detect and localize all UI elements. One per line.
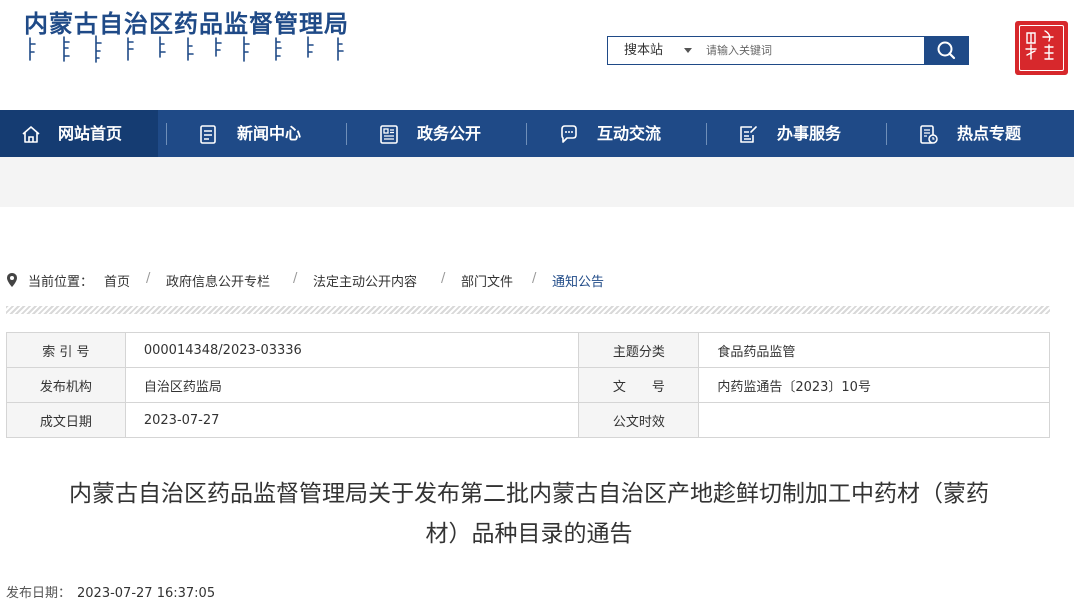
- index-number-value: 000014348/2023-03336: [124, 332, 580, 368]
- breadcrumb-separator: /: [293, 271, 298, 286]
- nav-item-news[interactable]: 新闻中心: [180, 110, 345, 157]
- search-button[interactable]: [924, 36, 969, 65]
- table-row: 发布机构 自治区药监局 文 号 内药监通告〔2023〕10号: [6, 367, 1050, 403]
- breadcrumb-item-gov-info[interactable]: 政府信息公开专栏: [166, 271, 270, 290]
- article-title-line-2: 材）品种目录的通告: [425, 521, 633, 547]
- nav-item-label: 办事服务: [777, 124, 842, 143]
- nav-item-label: 新闻中心: [237, 124, 302, 143]
- nav-item-gov-affairs[interactable]: 政务公开: [360, 110, 525, 157]
- divider-stripe: [6, 306, 1050, 314]
- search-scope-label: 搜本站: [624, 43, 664, 58]
- breadcrumb-separator: /: [532, 271, 537, 286]
- nav-divider: [166, 123, 167, 145]
- search-scope-dropdown[interactable]: 搜本站: [608, 37, 698, 64]
- breadcrumb-item-notices[interactable]: 通知公告: [552, 271, 604, 290]
- breadcrumb-item-dept-files[interactable]: 部门文件: [461, 271, 513, 290]
- nav-divider: [706, 123, 707, 145]
- nav-item-interaction[interactable]: 互动交流: [540, 110, 705, 157]
- topic-category-label: 主题分类: [578, 332, 700, 368]
- service-icon: [740, 126, 757, 143]
- document-number-label: 文 号: [578, 367, 700, 403]
- topic-icon: [920, 125, 938, 144]
- breadcrumb-item-home[interactable]: 首页: [104, 271, 130, 290]
- nav-divider: [526, 123, 527, 145]
- breadcrumb-prefix: 当前位置：: [28, 275, 94, 290]
- publish-date-label: 发布日期：: [6, 586, 72, 601]
- search-icon: [937, 41, 956, 60]
- main-nav: 网站首页 新闻中心 政务公开 互动交流 办事服务 热点专题: [0, 110, 1074, 157]
- nav-divider: [346, 123, 347, 145]
- publish-date: 发布日期： 2023-07-27 16:37:05: [6, 582, 215, 601]
- chat-icon: [561, 125, 577, 143]
- written-date-value: 2023-07-27: [124, 402, 580, 438]
- breadcrumb-item-statutory[interactable]: 法定主动公开内容: [313, 271, 417, 290]
- mongolian-script-logo: [29, 35, 344, 63]
- chevron-down-icon: [684, 48, 692, 53]
- topic-category-value: 食品药品监管: [698, 332, 1050, 368]
- news-icon: [200, 125, 216, 144]
- nav-divider: [886, 123, 887, 145]
- index-number-label: 索 引 号: [6, 332, 126, 368]
- document-number-value: 内药监通告〔2023〕10号: [698, 367, 1050, 403]
- publisher-label: 发布机构: [6, 367, 126, 403]
- official-seal-logo: [1015, 21, 1068, 75]
- nav-item-label: 网站首页: [58, 124, 123, 143]
- article-title: 内蒙古自治区药品监督管理局关于发布第二批内蒙古自治区产地趁鲜切制加工中药材（蒙药…: [14, 474, 1044, 554]
- validity-label: 公文时效: [578, 402, 700, 438]
- nav-item-label: 热点专题: [957, 124, 1022, 143]
- table-row: 成文日期 2023-07-27 公文时效: [6, 402, 1050, 438]
- breadcrumb-separator: /: [146, 271, 151, 286]
- nav-item-label: 互动交流: [597, 124, 662, 143]
- nav-item-topics[interactable]: 热点专题: [900, 110, 1074, 157]
- search-input[interactable]: [706, 37, 921, 64]
- search-box: 搜本站: [607, 36, 969, 65]
- nav-item-label: 政务公开: [417, 124, 482, 143]
- article-title-line-1: 内蒙古自治区药品监督管理局关于发布第二批内蒙古自治区产地趁鲜切制加工中药材（蒙药: [69, 481, 989, 507]
- nav-item-home[interactable]: 网站首页: [0, 110, 158, 157]
- nav-item-services[interactable]: 办事服务: [720, 110, 885, 157]
- document-icon: [380, 125, 398, 144]
- document-info-table: 索 引 号 000014348/2023-03336 主题分类 食品药品监管 发…: [6, 332, 1050, 438]
- table-row: 索 引 号 000014348/2023-03336 主题分类 食品药品监管: [6, 332, 1050, 368]
- written-date-label: 成文日期: [6, 402, 126, 438]
- banner-area: [0, 157, 1074, 207]
- site-header: 内蒙古自治区药品监督管理局 搜本站: [0, 0, 1074, 110]
- publish-date-value: 2023-07-27 16:37:05: [77, 586, 216, 601]
- publisher-value: 自治区药监局: [124, 367, 580, 403]
- home-icon: [22, 126, 40, 143]
- location-pin-icon: [7, 273, 17, 287]
- breadcrumb-separator: /: [441, 271, 446, 286]
- validity-value: [698, 402, 1050, 438]
